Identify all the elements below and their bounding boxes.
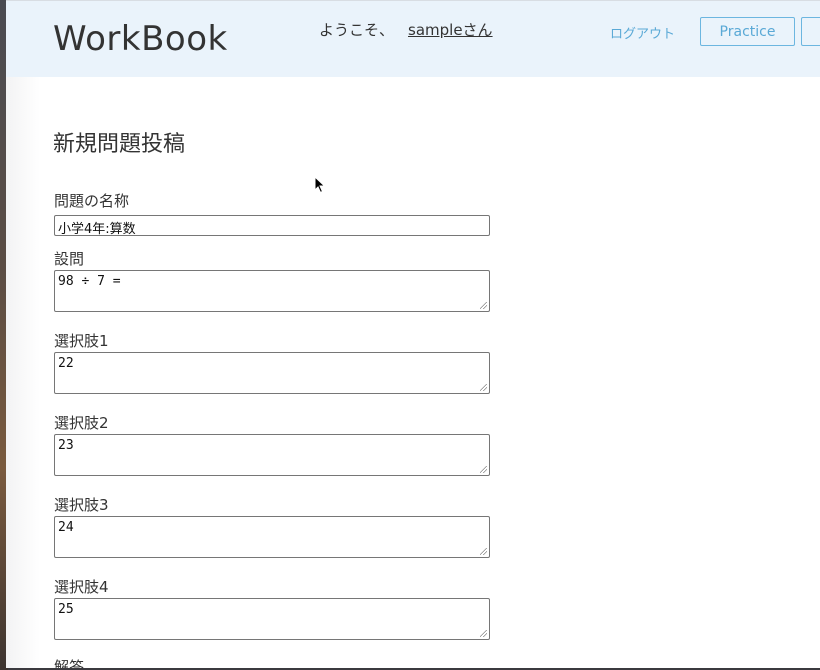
choice-1-label: 選択肢1 <box>54 332 109 350</box>
logout-link[interactable]: ログアウト <box>610 23 675 42</box>
site-header: WorkBook ようこそ、 sampleさん ログアウト Practice <box>6 0 820 77</box>
question-textarea[interactable]: 98 ÷ 7 = <box>54 270 490 312</box>
title-input[interactable]: 小学4年:算数 <box>54 215 490 237</box>
choice-4-textarea[interactable]: 25 <box>54 598 490 640</box>
page-title: 新規問題投稿 <box>53 132 186 157</box>
question-field-label: 設問 <box>54 250 85 268</box>
welcome-message: ようこそ、 sampleさん <box>319 19 493 40</box>
nav-button-clipped[interactable] <box>801 17 820 46</box>
site-logo[interactable]: WorkBook <box>53 19 228 59</box>
choice-2-textarea[interactable]: 23 <box>54 434 490 476</box>
welcome-prefix: ようこそ、 <box>319 21 395 39</box>
practice-button[interactable]: Practice <box>700 17 795 46</box>
username-link[interactable]: sampleさん <box>408 21 493 39</box>
answer-field-label: 解答 <box>54 658 85 668</box>
browser-window: WorkBook ようこそ、 sampleさん ログアウト Practice 新規… <box>6 0 820 668</box>
choice-3-label: 選択肢3 <box>54 496 109 514</box>
choice-2-label: 選択肢2 <box>54 414 109 432</box>
choice-3-textarea[interactable]: 24 <box>54 516 490 558</box>
title-field-label: 問題の名称 <box>54 192 130 210</box>
choice-1-textarea[interactable]: 22 <box>54 352 490 394</box>
choice-4-label: 選択肢4 <box>54 578 109 596</box>
